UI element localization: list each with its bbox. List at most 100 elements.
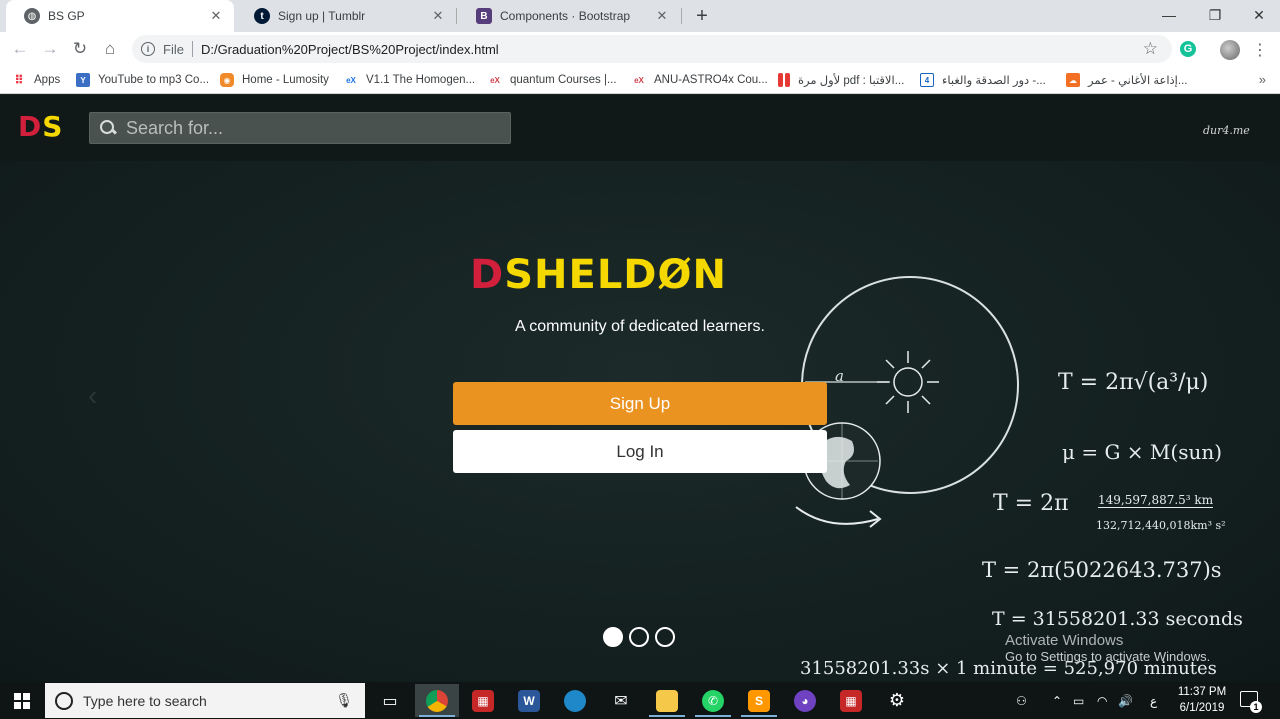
bookmark-label: ANU-ASTRO4x Cou...: [654, 74, 768, 86]
carousel-dot-1[interactable]: [603, 627, 623, 647]
bookmark-label: Apps: [34, 74, 61, 86]
close-icon[interactable]: ✕: [654, 8, 670, 24]
close-icon[interactable]: ✕: [208, 8, 224, 24]
hero-tagline: A community of dedicated learners.: [515, 318, 765, 335]
bookmark-lumosity[interactable]: ◉ Home - Lumosity: [220, 71, 329, 89]
bookmark-arabic-radio[interactable]: ☁ إذاعة الأغاني - عمر...: [1066, 71, 1187, 89]
bookmarks-overflow-icon[interactable]: »: [1259, 72, 1266, 87]
tab-title: Sign up | Tumblr: [278, 9, 366, 23]
task-view-button[interactable]: ▭: [368, 684, 412, 717]
radius-label: a: [835, 367, 844, 385]
carousel-dot-2[interactable]: [629, 627, 649, 647]
bookmark-4-icon: 4: [920, 73, 934, 87]
wifi-icon[interactable]: ◠: [1097, 682, 1107, 719]
mail-icon: ✉: [614, 692, 628, 710]
equation-4: T = 2π(5022643.737)s: [982, 558, 1222, 582]
bookmark-label: إذاعة الأغاني - عمر...: [1088, 75, 1188, 87]
profile-avatar[interactable]: [1220, 40, 1240, 60]
battery-icon[interactable]: ▭: [1073, 682, 1084, 719]
tab-title: BS GP: [48, 9, 85, 23]
address-divider: [191, 41, 193, 57]
notification-count-badge: 1: [1250, 701, 1262, 713]
home-button[interactable]: ⌂: [98, 37, 122, 61]
grammarly-extension-icon[interactable]: G: [1180, 41, 1196, 57]
browser-globe-icon: [564, 689, 586, 712]
bookmark-youtube-mp3[interactable]: Y YouTube to mp3 Co...: [76, 71, 209, 89]
brand-logo: DSHELDØN: [470, 255, 727, 295]
taskbar-sublime[interactable]: S: [737, 684, 781, 717]
url-text[interactable]: D:/Graduation%20Project/BS%20Project/ind…: [201, 42, 499, 57]
search-input[interactable]: [126, 117, 510, 139]
back-button[interactable]: ←: [8, 37, 32, 61]
tab-bs-gp[interactable]: ◍ BS GP ✕: [6, 0, 234, 32]
youtube-mp3-icon: Y: [76, 73, 90, 87]
browser-tab-strip: ◍ BS GP ✕ t Sign up | Tumblr ✕ B Compone…: [0, 0, 1280, 32]
microphone-icon[interactable]: 🎙: [335, 692, 353, 709]
taskbar-popcorn-2[interactable]: ▦: [829, 684, 873, 717]
tab-title: Components · Bootstrap: [500, 9, 631, 23]
equation-3-numerator: 149,597,887.5³ km: [1098, 493, 1214, 508]
site-header: DS dur4.me: [0, 95, 1280, 161]
bookmark-homogen[interactable]: eX V1.1 The Homogen...: [344, 71, 475, 89]
taskbar-word[interactable]: W: [507, 684, 551, 717]
equation-5: T = 31558201.33 seconds: [992, 608, 1243, 630]
start-button[interactable]: [0, 682, 44, 719]
taskbar-popcorn-1[interactable]: ▦: [461, 684, 505, 717]
signup-button[interactable]: Sign Up: [453, 382, 827, 425]
tumblr-icon: t: [254, 8, 270, 24]
people-icon[interactable]: ⚇: [1016, 682, 1027, 719]
carousel-prev-icon[interactable]: ‹: [88, 380, 97, 412]
activation-title: Activate Windows: [1005, 632, 1124, 649]
taskbar-chrome[interactable]: [415, 684, 459, 717]
taskbar-settings[interactable]: ⚙: [875, 684, 919, 717]
new-tab-button[interactable]: +: [690, 4, 714, 28]
site-search-box[interactable]: [89, 112, 511, 144]
taskbar-whatsapp[interactable]: ✆: [691, 684, 735, 717]
bookmark-arabic-pdf[interactable]: لأول مرة pdf : الاقتبا...: [778, 71, 904, 89]
cortana-icon: [55, 691, 73, 710]
site-logo[interactable]: DS: [18, 113, 63, 141]
reload-button[interactable]: ↻: [68, 37, 92, 61]
bookmark-red-icon: [785, 73, 790, 87]
bookmark-label: V1.1 The Homogen...: [366, 74, 476, 86]
taskbar-clock[interactable]: 11:37 PM 6/1/2019: [1172, 684, 1232, 716]
bookmark-quantum[interactable]: eX quantum Courses |...: [488, 71, 616, 89]
taskbar-edge[interactable]: [553, 684, 597, 717]
scheme-label: File: [163, 41, 184, 57]
taskbar-mail[interactable]: ✉: [599, 684, 643, 717]
chrome-icon: [426, 689, 448, 712]
bookmark-anu-astro[interactable]: eX ANU-ASTRO4x Cou...: [632, 71, 768, 89]
bookmark-star-icon[interactable]: ☆: [1143, 39, 1158, 59]
forward-button[interactable]: →: [38, 37, 62, 61]
task-view-icon: ▭: [382, 692, 398, 710]
taskbar-file-explorer[interactable]: [645, 684, 689, 717]
close-window-button[interactable]: ✕: [1236, 0, 1280, 30]
bookmark-apps[interactable]: ⠿ Apps: [12, 71, 60, 89]
minimize-button[interactable]: —: [1146, 0, 1192, 30]
carousel-dot-3[interactable]: [655, 627, 675, 647]
tab-divider: [456, 8, 457, 24]
info-icon[interactable]: i: [141, 42, 155, 56]
chevron-up-icon[interactable]: ⌃: [1052, 682, 1062, 719]
address-bar[interactable]: i File D:/Graduation%20Project/BS%20Proj…: [132, 35, 1172, 63]
lumosity-icon: ◉: [220, 73, 234, 87]
windows-activation-watermark: Activate Windows Go to Settings to activ…: [1005, 633, 1210, 665]
menu-kebab-icon[interactable]: ⋮: [1252, 40, 1268, 60]
taskbar-search-placeholder: Type here to search: [83, 692, 207, 709]
logo-letter-d: D: [18, 110, 43, 143]
browser-toolbar: ← → ↻ ⌂ i File D:/Graduation%20Project/B…: [0, 32, 1280, 66]
folder-icon: [656, 689, 678, 712]
taskbar-search-box[interactable]: Type here to search 🎙: [45, 683, 365, 718]
tab-bootstrap[interactable]: B Components · Bootstrap ✕: [458, 0, 680, 32]
close-icon[interactable]: ✕: [430, 8, 446, 24]
taskbar-github-desktop[interactable]: ◕: [783, 684, 827, 717]
restore-button[interactable]: ❐: [1192, 0, 1238, 30]
globe-icon: ◍: [24, 8, 40, 24]
login-button[interactable]: Log In: [453, 430, 827, 473]
tab-tumblr[interactable]: t Sign up | Tumblr ✕: [236, 0, 456, 32]
brand-name: SHELDØN: [504, 252, 727, 298]
volume-icon[interactable]: 🔊: [1118, 682, 1133, 719]
language-indicator[interactable]: ع: [1150, 682, 1157, 719]
edx-icon: eX: [634, 75, 644, 85]
bookmark-arabic-article[interactable]: 4 دور الصدقة والغباء -...: [920, 71, 1046, 89]
